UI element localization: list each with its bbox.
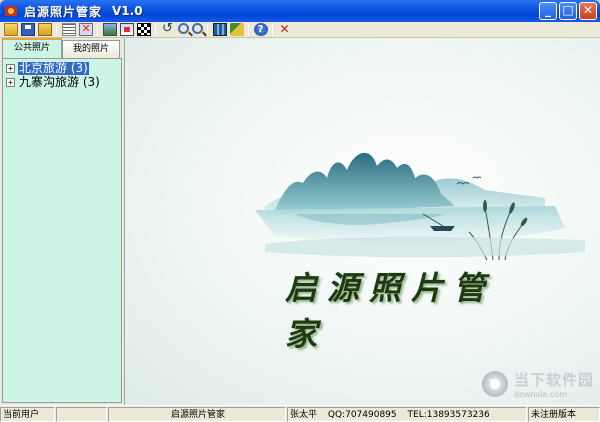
tab-strip: 公共照片 我的照片 xyxy=(2,38,122,58)
zoom-in-icon[interactable] xyxy=(177,23,189,34)
checker-icon[interactable] xyxy=(136,23,151,36)
boat xyxy=(430,226,455,231)
exit-icon[interactable]: ✕ xyxy=(278,23,292,36)
photo-canvas[interactable]: 启源照片管家 当下软件园 downxia.com xyxy=(124,38,600,405)
edit-image-icon[interactable] xyxy=(119,23,134,36)
open-icon[interactable] xyxy=(3,23,18,36)
help-icon[interactable]: ? xyxy=(253,23,268,36)
watermark-name: 当下软件园 xyxy=(513,371,594,389)
toolbar-separator xyxy=(272,23,273,36)
folder-icon[interactable] xyxy=(37,23,52,36)
tools-icon[interactable] xyxy=(229,23,244,36)
minimize-button[interactable]: _ xyxy=(539,2,557,20)
left-panel: 公共照片 我的照片 + 北京旅游 (3) + 九寨沟旅游 (3) xyxy=(0,38,124,405)
status-tel: TEL:13893573236 xyxy=(407,410,490,420)
foreground-mist xyxy=(265,236,585,258)
toolbar-separator xyxy=(97,23,98,36)
delete-icon[interactable] xyxy=(78,22,93,36)
slideshow-icon[interactable] xyxy=(212,23,227,36)
rotate-icon[interactable]: ↺ xyxy=(161,22,175,36)
status-qq: QQ:707490895 xyxy=(327,410,397,420)
album-tree[interactable]: + 北京旅游 (3) + 九寨沟旅游 (3) xyxy=(2,58,122,403)
status-contact: 张太平 QQ:707490895 TEL:13893573236 xyxy=(287,407,527,422)
toolbar-separator xyxy=(155,23,156,36)
watermark-url: downxia.com xyxy=(513,390,568,399)
window-title: 启源照片管家 xyxy=(24,4,103,19)
app-icon xyxy=(4,4,18,18)
download-logo-icon xyxy=(481,371,508,397)
toolbar-separator xyxy=(56,23,57,36)
maximize-button[interactable]: □ xyxy=(559,2,577,20)
brand-title: 启源照片管家 xyxy=(285,269,496,353)
status-app-name: 启源照片管家 xyxy=(108,407,286,422)
toolbar: ↺ ? ✕ xyxy=(0,22,600,38)
tab-my-photos[interactable]: 我的照片 xyxy=(62,40,120,58)
toolbar-separator xyxy=(207,23,208,36)
status-author: 张太平 xyxy=(290,410,318,420)
status-bar: 当前用户 启源照片管家 张太平 QQ:707490895 TEL:1389357… xyxy=(0,405,600,422)
main-peaks xyxy=(275,152,455,214)
status-current-user-value xyxy=(56,407,107,422)
tab-public-photos[interactable]: 公共照片 xyxy=(2,38,62,58)
bird xyxy=(472,176,482,179)
zoom-out-icon[interactable] xyxy=(191,23,203,34)
window-controls: _ □ ✕ xyxy=(539,2,597,20)
watermark-text: 当下软件园 downxia.com xyxy=(514,369,594,399)
window-version: V1.0 xyxy=(112,4,143,18)
status-current-user-label: 当前用户 xyxy=(0,407,55,422)
list-icon[interactable] xyxy=(61,23,76,36)
close-button[interactable]: ✕ xyxy=(579,2,597,20)
tree-item-label[interactable]: 北京旅游 (3) xyxy=(18,62,89,75)
status-version: 未注册版本 xyxy=(528,407,600,422)
expand-icon[interactable]: + xyxy=(6,64,15,73)
tree-item-beijing[interactable]: + 北京旅游 (3) xyxy=(6,62,89,75)
tree-item-jiuzhaigou[interactable]: + 九寨沟旅游 (3) xyxy=(6,76,101,89)
lake xyxy=(255,206,565,242)
tree-item-label[interactable]: 九寨沟旅游 (3) xyxy=(18,76,101,89)
save-icon[interactable] xyxy=(20,23,35,36)
toolbar-separator xyxy=(248,23,249,36)
title-bar[interactable]: 启源照片管家 V1.0 _ □ ✕ xyxy=(0,0,600,22)
watermark: 当下软件园 downxia.com xyxy=(481,369,594,399)
expand-icon[interactable]: + xyxy=(6,78,15,87)
image-icon[interactable] xyxy=(102,23,117,36)
